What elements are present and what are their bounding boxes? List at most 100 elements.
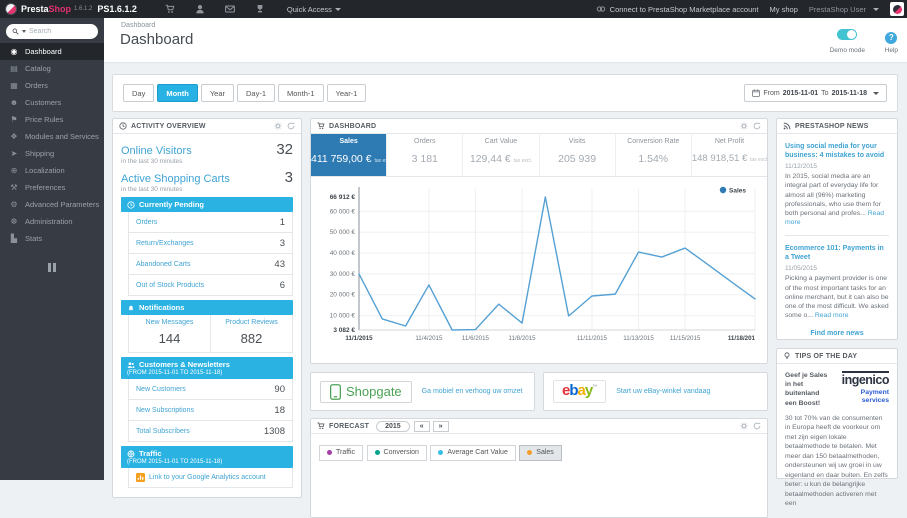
- demo-mode-toggle[interactable]: [837, 29, 858, 40]
- sidebar-search: [6, 24, 98, 39]
- active-carts-label[interactable]: Active Shopping Carts: [121, 173, 230, 185]
- page-header: Dashboard Dashboard Demo mode ? Help: [104, 18, 907, 63]
- news-article-date: 11/05/2015: [785, 265, 818, 273]
- new-customers-link[interactable]: New Customers: [136, 386, 186, 393]
- sidebar-item-stats[interactable]: ▙ Stats: [0, 230, 104, 247]
- ebay-banner[interactable]: e b a y ™ Start uw eBay-winkel vandaag: [543, 372, 768, 411]
- kpi-net-profit[interactable]: Net Profit 148 918,51 € tax excl.: [692, 134, 767, 176]
- customers-table: New Customers 90 New Subscriptions 18 Tota…: [128, 379, 293, 442]
- kpi-conversion-rate[interactable]: Conversion Rate 1.54%: [616, 134, 692, 176]
- forecast-traffic-button[interactable]: Traffic: [319, 444, 364, 461]
- new-subscriptions-link[interactable]: New Subscriptions: [136, 407, 194, 414]
- sidebar-item-preferences[interactable]: ⚒ Preferences: [0, 179, 104, 196]
- range-day-1-button[interactable]: Day-1: [237, 84, 276, 102]
- help-icon[interactable]: ?: [885, 32, 898, 44]
- forecast-prev-button[interactable]: «: [413, 420, 430, 432]
- sidebar-item-dashboard[interactable]: ◉ Dashboard: [0, 43, 104, 60]
- news-article-title[interactable]: Using social media for your business: 4 …: [785, 142, 889, 160]
- news-article-title[interactable]: Ecommerce 101: Payments in a Tweet: [785, 244, 889, 262]
- shopgate-banner[interactable]: Shopgate Ga mobiel en verhoog uw omzet: [310, 372, 535, 411]
- kpi-label: Visits: [568, 138, 586, 145]
- search-input[interactable]: [29, 28, 81, 35]
- product-reviews-link[interactable]: Product Reviews: [211, 319, 292, 326]
- phone-icon: [330, 383, 341, 400]
- kpi-value: 129,44 € tax excl.: [469, 153, 532, 165]
- kpi-visits[interactable]: Visits 205 939: [540, 134, 616, 176]
- cart-icon[interactable]: [165, 4, 175, 14]
- gear-icon[interactable]: [274, 122, 282, 130]
- quick-access-menu[interactable]: Quick Access: [287, 5, 341, 14]
- kpi-orders[interactable]: Orders 3 181: [387, 134, 464, 176]
- forecast-conversion-button[interactable]: Conversion: [366, 444, 427, 461]
- sidebar-item-administration[interactable]: ☸ Administration: [0, 213, 104, 230]
- mail-icon[interactable]: [225, 4, 235, 14]
- forecast-year[interactable]: 2015: [376, 420, 410, 432]
- refresh-icon[interactable]: [753, 422, 761, 430]
- forecast-next-button[interactable]: »: [432, 420, 449, 432]
- sidebar-item-orders[interactable]: ▦ Orders: [0, 77, 104, 94]
- sidebar-item-advanced-parameters[interactable]: ⚙ Advanced Parameters: [0, 196, 104, 213]
- kpi-cart-value[interactable]: Cart Value 129,44 € tax excl.: [463, 134, 540, 176]
- read-more-link[interactable]: Read more: [815, 312, 849, 319]
- search-scope-caret-icon[interactable]: [22, 30, 26, 33]
- panel-title: PrestaShop News: [795, 122, 869, 130]
- refresh-icon[interactable]: [753, 122, 761, 130]
- search-icon[interactable]: [12, 28, 19, 35]
- demo-mode-label: Demo mode: [829, 47, 865, 54]
- user-icon[interactable]: [195, 4, 205, 14]
- online-visitors-label[interactable]: Online Visitors: [121, 145, 192, 157]
- trophy-icon[interactable]: [255, 4, 265, 14]
- new-messages-value: 144: [158, 331, 181, 346]
- pending-orders-link[interactable]: Orders: [136, 219, 157, 226]
- range-month-1-button[interactable]: Month-1: [278, 84, 324, 102]
- kpi-row: Sales411 759,00 € tax excl. Orders3 181 …: [311, 134, 767, 177]
- sidebar-item-shipping[interactable]: ➤ Shipping: [0, 145, 104, 162]
- sidebar-item-label: Localization: [25, 166, 65, 175]
- range-year-1-button[interactable]: Year-1: [326, 84, 367, 102]
- date-filter-bar: Day Month Year Day-1 Month-1 Year-1 From…: [112, 74, 898, 112]
- range-day-button[interactable]: Day: [123, 84, 155, 102]
- credit-card-icon: ▦: [10, 81, 18, 90]
- topbar-right: Connect to PrestaShop Marketplace accoun…: [596, 2, 907, 16]
- sidebar-item-modules[interactable]: ❖ Modules and Services: [0, 128, 104, 145]
- gear-icon[interactable]: [740, 422, 748, 430]
- abandoned-carts-link[interactable]: Abandoned Carts: [136, 261, 190, 268]
- new-messages-link[interactable]: New Messages: [129, 319, 210, 326]
- pending-returns-link[interactable]: Return/Exchanges: [136, 240, 194, 247]
- find-more-news-link[interactable]: Find more news: [785, 330, 889, 337]
- kpi-sales[interactable]: Sales 411 759,00 € tax excl.: [311, 134, 388, 176]
- tip-body-text: 30 tot 70% van de consumenten in Europa …: [785, 414, 888, 508]
- gear-icon[interactable]: [740, 122, 748, 130]
- my-shop-link[interactable]: My shop: [770, 5, 798, 14]
- google-analytics-link[interactable]: Link to your Google Analytics account: [128, 468, 293, 488]
- sidebar-item-localization[interactable]: ⊕ Localization: [0, 162, 104, 179]
- metric-label: Traffic: [336, 449, 356, 456]
- refresh-icon[interactable]: [287, 122, 295, 130]
- globe-icon: [127, 450, 135, 457]
- ebay-link[interactable]: Start uw eBay-winkel vandaag: [616, 387, 710, 396]
- date-range-picker[interactable]: From 2015-11-01 To 2015-11-18: [744, 84, 887, 102]
- ebay-letter: e: [562, 381, 570, 399]
- sidebar-item-catalog[interactable]: ▤ Catalog: [0, 60, 104, 77]
- panel-header: Dashboard: [311, 119, 767, 134]
- sidebar-item-price-rules[interactable]: ⚑ Price Rules: [0, 111, 104, 128]
- range-month-button[interactable]: Month: [157, 84, 198, 102]
- total-subscribers-link[interactable]: Total Subscribers: [136, 428, 190, 435]
- online-visitors-sub: in the last 30 minutes: [121, 158, 183, 165]
- shopgate-link[interactable]: Ga mobiel en verhoog uw omzet: [422, 387, 523, 396]
- sidebar-item-label: Advanced Parameters: [25, 200, 100, 209]
- marketplace-link[interactable]: Connect to PrestaShop Marketplace accoun…: [596, 4, 759, 14]
- ingenico-logo[interactable]: ingenico Payment services: [835, 371, 890, 408]
- range-year-button[interactable]: Year: [200, 84, 234, 102]
- user-menu[interactable]: PrestaShop User: [809, 5, 879, 14]
- metric-label: Sales: [536, 449, 554, 456]
- forecast-sales-button[interactable]: Sales: [519, 444, 562, 461]
- sidebar-collapse-icon[interactable]: [48, 263, 56, 272]
- forecast-avg-cart-button[interactable]: Average Cart Value: [430, 444, 516, 461]
- list-item: Ecommerce 101: Payments in a Tweet 11/05…: [785, 244, 889, 320]
- avatar[interactable]: [890, 2, 904, 16]
- out-of-stock-link[interactable]: Out of Stock Products: [136, 282, 204, 289]
- users-icon: [127, 361, 135, 368]
- sidebar-item-customers[interactable]: ☻ Customers: [0, 94, 104, 111]
- breadcrumb[interactable]: Dashboard: [121, 22, 155, 29]
